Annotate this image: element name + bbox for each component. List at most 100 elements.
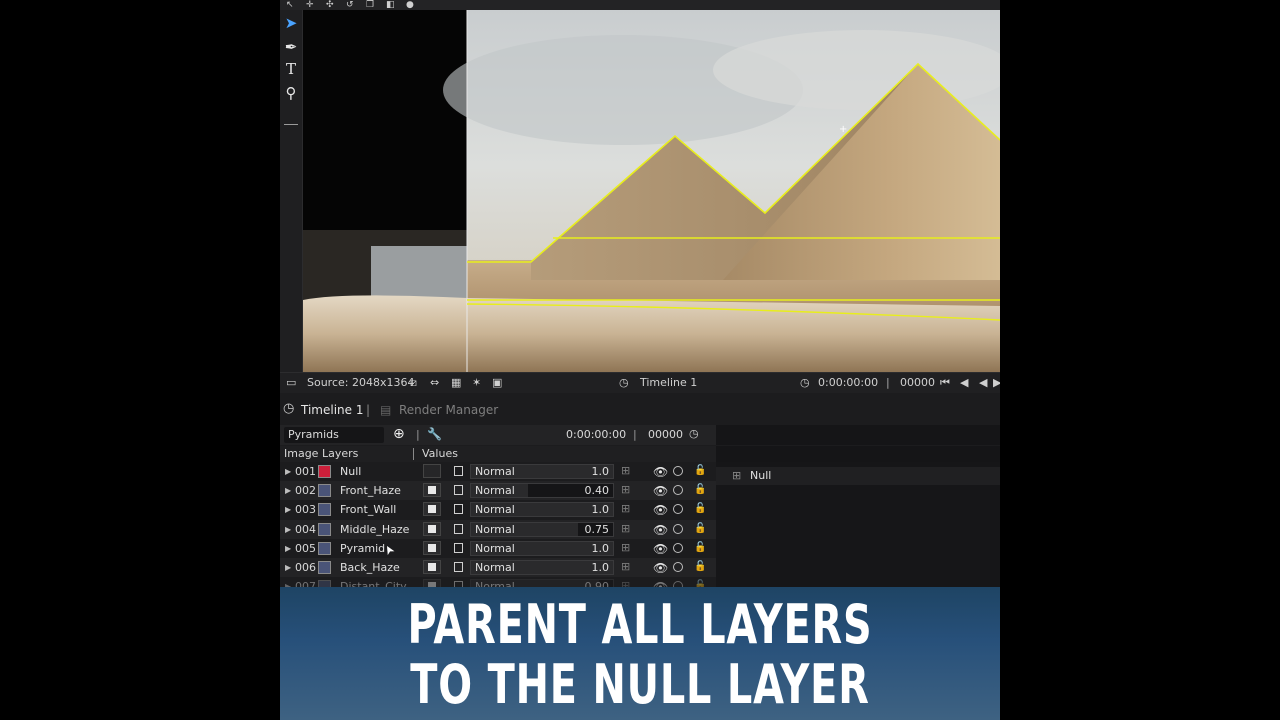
layer-icon[interactable]: ◧	[386, 1, 396, 10]
step-back-icon[interactable]: ◀	[960, 376, 968, 389]
image-icon[interactable]: ▣	[492, 376, 502, 389]
blend-mode[interactable]: Normal	[475, 484, 515, 497]
expand-caret-icon[interactable]: ▶	[285, 525, 291, 534]
arrow-icon[interactable]: ↖	[286, 1, 296, 10]
solo-circle-icon[interactable]	[673, 504, 683, 515]
matte-icon[interactable]	[423, 560, 441, 574]
layer-frame[interactable]: 00000	[648, 428, 683, 441]
solo-circle-icon[interactable]	[673, 542, 683, 553]
visibility-eye-icon[interactable]: 👁	[653, 542, 668, 556]
monitor-icon[interactable]: ▭	[286, 376, 296, 389]
blend-opacity-field[interactable]: Normal 1.0	[470, 540, 614, 556]
grid-icon[interactable]: ⊞	[621, 541, 633, 554]
checker-icon[interactable]: ▦	[451, 376, 461, 389]
select-arrow-icon[interactable]: ➤	[283, 14, 299, 32]
expand-caret-icon[interactable]: ▶	[285, 505, 291, 514]
visibility-eye-icon[interactable]: 👁	[653, 523, 668, 537]
add-layer-icon[interactable]: ⊕	[393, 426, 405, 442]
play-icon[interactable]: ▶	[993, 376, 1000, 389]
layer-name[interactable]: Front_Haze	[340, 484, 401, 497]
blend-mode[interactable]: Normal	[475, 465, 515, 478]
composition-name-field[interactable]: Pyramids	[284, 427, 384, 443]
solo-circle-icon[interactable]	[673, 485, 683, 496]
grid-icon[interactable]: ⊞	[621, 484, 633, 496]
layer-color-swatch[interactable]	[318, 561, 331, 574]
matte-icon[interactable]	[423, 540, 441, 555]
timeline-ruler[interactable]	[716, 425, 1000, 445]
table-row[interactable]: ▶ 006 Back_Haze Normal 1.0 ⊞ 👁 🔓	[280, 558, 716, 577]
image-viewer[interactable]: +	[303, 10, 1000, 372]
fit-width-icon[interactable]: ⇔	[430, 376, 439, 389]
layer-color-swatch[interactable]	[318, 541, 331, 555]
opacity-value[interactable]: 1.0	[592, 561, 610, 574]
table-row[interactable]: ▶007Distant_CityNormal0.90⊞👁🔓	[280, 577, 716, 587]
layer-name[interactable]: Pyramid	[340, 542, 385, 555]
blend-mode[interactable]: Normal	[475, 580, 515, 587]
duplicate-icon[interactable]	[454, 523, 463, 534]
layer-color-swatch[interactable]	[318, 465, 331, 478]
opacity-value[interactable]: 0.40	[585, 484, 610, 497]
layer-name[interactable]: Distant_City	[340, 580, 407, 587]
tab-timeline[interactable]: Timeline 1	[301, 403, 363, 417]
blend-opacity-field[interactable]: Normal 0.40	[470, 483, 614, 499]
visibility-eye-icon[interactable]: 👁	[653, 503, 668, 517]
table-row[interactable]: ▶ 001 Null Normal 1.0 ⊞ 👁 🔓	[280, 462, 716, 481]
layer-name[interactable]: Front_Wall	[340, 503, 396, 516]
lock-icon[interactable]: 🔓	[694, 484, 706, 495]
rotate-icon[interactable]: ↺	[346, 1, 356, 10]
duplicate-icon[interactable]	[454, 542, 463, 553]
blend-mode[interactable]: Normal	[475, 561, 515, 574]
layer-color-swatch[interactable]	[318, 503, 331, 517]
expand-caret-icon[interactable]: ▶	[285, 563, 291, 572]
matte-icon[interactable]	[423, 464, 441, 478]
clock-icon[interactable]: ◷	[689, 427, 699, 440]
solo-circle-icon[interactable]	[673, 523, 683, 534]
duplicate-icon[interactable]	[454, 466, 463, 476]
timeline-pane[interactable]: ⊞ Null	[716, 462, 1000, 587]
solo-circle-icon[interactable]	[673, 562, 683, 572]
copy-icon[interactable]: ❐	[366, 1, 376, 10]
visibility-eye-icon[interactable]: 👁	[653, 561, 668, 575]
matte-icon[interactable]	[423, 521, 441, 536]
pen-tool-icon[interactable]: ✒	[283, 38, 299, 56]
circle-icon[interactable]: ●	[406, 1, 416, 10]
move-icon[interactable]: ✣	[326, 1, 336, 10]
parent-row[interactable]: ⊞ Null	[716, 467, 1000, 485]
layer-name[interactable]: Back_Haze	[340, 561, 400, 574]
opacity-value[interactable]: 1.0	[592, 465, 610, 478]
lock-icon[interactable]: 🔓	[694, 523, 706, 534]
transform-icon[interactable]: ✛	[306, 1, 316, 10]
text-tool-icon[interactable]: T	[283, 60, 299, 78]
blend-mode[interactable]: Normal	[475, 503, 515, 516]
matte-icon[interactable]	[423, 483, 441, 498]
solo-circle-icon[interactable]	[673, 466, 683, 476]
duplicate-icon[interactable]	[454, 504, 463, 515]
skip-start-icon[interactable]: ⏮	[940, 376, 950, 390]
opacity-value[interactable]: 1.0	[592, 503, 610, 516]
lock-icon[interactable]: 🔓	[694, 542, 706, 553]
tab-render-manager[interactable]: Render Manager	[399, 403, 498, 417]
grid-icon[interactable]: ⊞	[621, 522, 633, 535]
visibility-eye-icon[interactable]: 👁	[653, 580, 668, 587]
grid-icon[interactable]: ⊞	[621, 465, 633, 477]
blend-opacity-field[interactable]: Normal 1.0	[470, 560, 614, 575]
matte-icon[interactable]	[423, 502, 441, 517]
magic-wand-icon[interactable]: ✶	[472, 376, 481, 389]
viewer-frame[interactable]: 00000	[900, 376, 935, 389]
blend-mode[interactable]: Normal	[475, 523, 515, 536]
grid-icon[interactable]: ⊞	[621, 561, 633, 573]
visibility-eye-icon[interactable]: 👁	[653, 465, 668, 479]
opacity-value[interactable]: 1.0	[592, 542, 610, 555]
visibility-eye-icon[interactable]: 👁	[653, 484, 668, 498]
blend-opacity-field[interactable]: Normal 0.90	[470, 579, 614, 587]
layer-name[interactable]: Middle_Haze	[340, 523, 409, 536]
table-row[interactable]: ▶ 002 Front_Haze Normal 0.40 ⊞ 👁 🔓	[280, 481, 716, 501]
blend-opacity-field[interactable]: Normal 0.75	[470, 521, 614, 537]
table-row[interactable]: ▶ 003 Front_Wall Normal 1.0 ⊞ 👁 🔓	[280, 500, 716, 519]
grid-icon[interactable]: ⊞	[621, 503, 633, 515]
matte-icon[interactable]	[423, 579, 441, 587]
table-row[interactable]: ▶ 005 Pyramid Normal 1.0 ⊞ 👁 🔓	[280, 539, 716, 558]
blend-opacity-field[interactable]: Normal 1.0	[470, 502, 614, 518]
expand-caret-icon[interactable]: ▶	[285, 486, 291, 495]
lock-icon[interactable]: 🔓	[694, 465, 706, 476]
